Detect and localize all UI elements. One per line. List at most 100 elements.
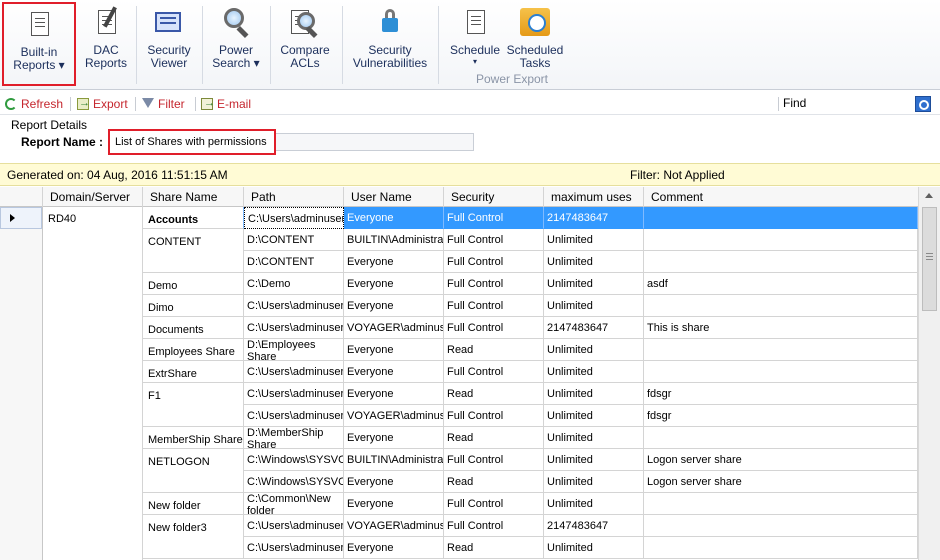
- table-row[interactable]: Employees Share D:\Employees Share Everyon…: [143, 339, 918, 361]
- comment-cell[interactable]: This is share: [644, 317, 918, 339]
- security-cell[interactable]: Full Control: [444, 229, 544, 251]
- share-name-cell[interactable]: Demo: [143, 273, 244, 295]
- comment-cell[interactable]: Logon server share: [644, 471, 918, 493]
- comment-cell[interactable]: [644, 295, 918, 317]
- share-name-cell[interactable]: Documents: [143, 317, 244, 339]
- comment-cell[interactable]: asdf: [644, 273, 918, 295]
- comment-cell[interactable]: [644, 361, 918, 383]
- table-row[interactable]: New folder3 C:\Users\adminuser VOYAGER\adm…: [143, 515, 918, 537]
- security-cell[interactable]: Read: [444, 471, 544, 493]
- path-cell[interactable]: C:\Windows\SYSVOL: [244, 449, 344, 471]
- share-name-cell[interactable]: Dimo: [143, 295, 244, 317]
- path-cell[interactable]: C:\Common\New folder: [244, 493, 344, 515]
- user-name-cell[interactable]: VOYAGER\adminuse: [344, 405, 444, 427]
- column-header-comment[interactable]: Comment: [644, 187, 920, 207]
- user-name-cell[interactable]: Everyone: [344, 493, 444, 515]
- table-row[interactable]: D:\CONTENT Everyone Full Control Unlimited: [143, 251, 918, 273]
- table-row[interactable]: Demo C:\Demo Everyone Full Control Unlimited…: [143, 273, 918, 295]
- path-cell[interactable]: C:\Demo: [244, 273, 344, 295]
- find-input[interactable]: [811, 95, 911, 113]
- comment-cell[interactable]: [644, 515, 918, 537]
- user-name-cell[interactable]: Everyone: [344, 339, 444, 361]
- email-button[interactable]: E-mail: [201, 95, 251, 112]
- maximum-uses-cell[interactable]: Unlimited: [544, 295, 644, 317]
- maximum-uses-cell[interactable]: 2147483647: [544, 207, 644, 229]
- security-viewer-button[interactable]: Security Viewer: [140, 2, 198, 86]
- comment-cell[interactable]: [644, 537, 918, 559]
- table-row[interactable]: Documents C:\Users\adminuser VOYAGER\admin…: [143, 317, 918, 339]
- security-cell[interactable]: Read: [444, 383, 544, 405]
- security-cell[interactable]: Full Control: [444, 273, 544, 295]
- share-name-cell[interactable]: NETLOGON: [143, 449, 244, 471]
- security-cell[interactable]: Full Control: [444, 317, 544, 339]
- user-name-cell[interactable]: Everyone: [344, 361, 444, 383]
- share-name-cell[interactable]: [143, 537, 244, 559]
- maximum-uses-cell[interactable]: Unlimited: [544, 229, 644, 251]
- security-cell[interactable]: Full Control: [444, 295, 544, 317]
- comment-cell[interactable]: [644, 207, 918, 229]
- share-name-cell[interactable]: Employees Share: [143, 339, 244, 361]
- built-in-reports-button[interactable]: Built-in Reports ▾: [2, 2, 76, 86]
- security-cell[interactable]: Full Control: [444, 493, 544, 515]
- security-cell[interactable]: Full Control: [444, 207, 544, 229]
- column-header-share-name[interactable]: Share Name: [143, 187, 244, 207]
- user-name-cell[interactable]: Everyone: [344, 471, 444, 493]
- user-name-cell[interactable]: Everyone: [344, 537, 444, 559]
- table-row[interactable]: C:\Users\adminuser VOYAGER\adminuse Full C…: [143, 405, 918, 427]
- column-header-domain[interactable]: Domain/Server: [43, 187, 143, 207]
- table-row[interactable]: CONTENT D:\CONTENT BUILTIN\Administrat Full…: [143, 229, 918, 251]
- user-name-cell[interactable]: Everyone: [344, 383, 444, 405]
- comment-cell[interactable]: [644, 493, 918, 515]
- user-name-cell[interactable]: VOYAGER\adminuse: [344, 515, 444, 537]
- maximum-uses-cell[interactable]: Unlimited: [544, 537, 644, 559]
- path-cell[interactable]: D:\CONTENT: [244, 229, 344, 251]
- table-row[interactable]: C:\Users\adminuser Everyone Read Unlimited: [143, 537, 918, 559]
- user-name-cell[interactable]: Everyone: [344, 295, 444, 317]
- comment-cell[interactable]: Logon server share: [644, 449, 918, 471]
- security-cell[interactable]: Read: [444, 339, 544, 361]
- share-name-cell[interactable]: New folder3: [143, 515, 244, 537]
- security-cell[interactable]: Full Control: [444, 449, 544, 471]
- maximum-uses-cell[interactable]: Unlimited: [544, 471, 644, 493]
- security-cell[interactable]: Full Control: [444, 515, 544, 537]
- row-selector-column[interactable]: [0, 207, 43, 560]
- share-name-cell[interactable]: [143, 251, 244, 273]
- maximum-uses-cell[interactable]: 2147483647: [544, 317, 644, 339]
- path-cell[interactable]: C:\Users\adminuser: [244, 405, 344, 427]
- maximum-uses-cell[interactable]: Unlimited: [544, 251, 644, 273]
- domain-server-cell[interactable]: RD40: [43, 207, 143, 560]
- user-name-cell[interactable]: Everyone: [344, 207, 444, 229]
- maximum-uses-cell[interactable]: Unlimited: [544, 383, 644, 405]
- share-name-cell[interactable]: New folder: [143, 493, 244, 515]
- security-vulnerabilities-button[interactable]: Security Vulnerabilities: [346, 2, 434, 86]
- maximum-uses-cell[interactable]: Unlimited: [544, 449, 644, 471]
- maximum-uses-cell[interactable]: Unlimited: [544, 427, 644, 449]
- security-cell[interactable]: Read: [444, 537, 544, 559]
- power-search-button[interactable]: Power Search ▾: [206, 2, 266, 86]
- maximum-uses-cell[interactable]: Unlimited: [544, 339, 644, 361]
- path-cell[interactable]: D:\Employees Share: [244, 339, 344, 361]
- table-row[interactable]: Accounts C:\Users\adminuser Everyone Full C…: [143, 207, 918, 229]
- user-name-cell[interactable]: VOYAGER\adminuse: [344, 317, 444, 339]
- filter-button[interactable]: Filter: [142, 96, 185, 112]
- comment-cell[interactable]: [644, 427, 918, 449]
- security-cell[interactable]: Read: [444, 427, 544, 449]
- comment-cell[interactable]: fdsgr: [644, 405, 918, 427]
- table-row[interactable]: F1 C:\Users\adminuser Everyone Read Unlimite…: [143, 383, 918, 405]
- maximum-uses-cell[interactable]: Unlimited: [544, 493, 644, 515]
- share-name-cell[interactable]: ExtrShare: [143, 361, 244, 383]
- column-header-maximum-uses[interactable]: maximum uses: [544, 187, 644, 207]
- table-row[interactable]: ExtrShare C:\Users\adminuser Everyone Full …: [143, 361, 918, 383]
- user-name-cell[interactable]: BUILTIN\Administrat: [344, 229, 444, 251]
- maximum-uses-cell[interactable]: 2147483647: [544, 515, 644, 537]
- comment-cell[interactable]: fdsgr: [644, 383, 918, 405]
- scroll-up-icon[interactable]: [919, 187, 940, 205]
- column-header-security[interactable]: Security: [444, 187, 544, 207]
- comment-cell[interactable]: [644, 339, 918, 361]
- maximum-uses-cell[interactable]: Unlimited: [544, 405, 644, 427]
- table-row[interactable]: C:\Windows\SYSVOL Everyone Read Unlimited Lo…: [143, 471, 918, 493]
- refresh-button[interactable]: Refresh: [5, 96, 63, 112]
- security-cell[interactable]: Full Control: [444, 361, 544, 383]
- share-name-cell[interactable]: MemberShip Share: [143, 427, 244, 449]
- path-cell[interactable]: C:\Users\adminuser: [244, 317, 344, 339]
